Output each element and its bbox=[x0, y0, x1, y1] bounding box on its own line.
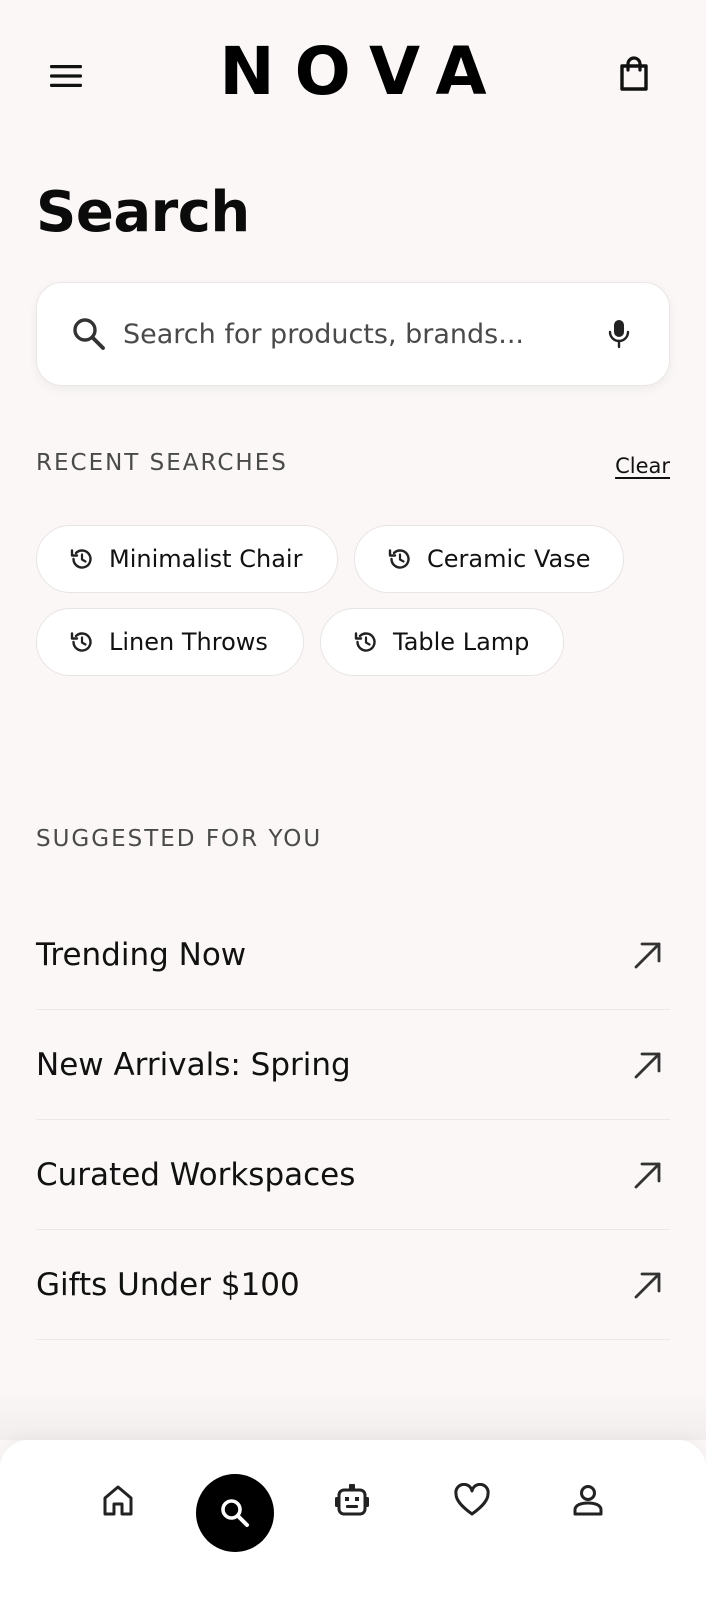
cart-button[interactable] bbox=[612, 50, 656, 98]
recent-search-chip[interactable]: Ceramic Vase bbox=[354, 525, 624, 593]
suggested-heading: SUGGESTED FOR YOU bbox=[36, 826, 323, 852]
suggestion-label: Curated Workspaces bbox=[36, 1156, 356, 1193]
suggestion-label: Trending Now bbox=[36, 936, 247, 973]
microphone-icon bbox=[608, 320, 630, 349]
suggestion-item[interactable]: Gifts Under $100 bbox=[36, 1230, 670, 1340]
history-icon bbox=[67, 627, 97, 657]
suggestion-item[interactable]: New Arrivals: Spring bbox=[36, 1010, 670, 1120]
top-app-bar: NOVA bbox=[0, 0, 706, 150]
history-icon bbox=[67, 544, 97, 574]
search-icon bbox=[69, 314, 109, 354]
search-bar[interactable] bbox=[36, 282, 670, 386]
robot-icon bbox=[335, 1484, 369, 1516]
suggestion-item[interactable]: Curated Workspaces bbox=[36, 1120, 670, 1230]
shopping-bag-icon bbox=[620, 56, 648, 91]
history-icon bbox=[385, 544, 415, 574]
recent-searches-heading: RECENT SEARCHES bbox=[36, 450, 288, 476]
search-screen: NOVA Search RECENT SEARCHES Clear bbox=[0, 0, 706, 1600]
page-title: Search bbox=[36, 180, 250, 245]
suggestion-label: New Arrivals: Spring bbox=[36, 1046, 351, 1083]
voice-search-button[interactable] bbox=[597, 312, 641, 356]
suggestion-item[interactable]: Trending Now bbox=[36, 900, 670, 1010]
arrow-up-right-icon bbox=[630, 1157, 666, 1193]
nav-favorites[interactable] bbox=[442, 1470, 502, 1530]
suggestion-list: Trending Now New Arrivals: Spring Curate… bbox=[36, 900, 670, 1340]
arrow-up-right-icon bbox=[630, 1267, 666, 1303]
brand-logo[interactable]: NOVA bbox=[0, 36, 706, 108]
chip-label: Table Lamp bbox=[393, 628, 530, 656]
history-icon bbox=[351, 627, 381, 657]
nav-profile[interactable] bbox=[558, 1470, 618, 1530]
chip-label: Linen Throws bbox=[109, 628, 268, 656]
recent-search-chip[interactable]: Minimalist Chair bbox=[36, 525, 338, 593]
clear-recent-button[interactable]: Clear bbox=[615, 454, 670, 478]
nav-home[interactable] bbox=[88, 1470, 148, 1530]
search-icon bbox=[221, 1499, 249, 1527]
person-icon bbox=[573, 1485, 603, 1516]
heart-icon bbox=[454, 1483, 490, 1516]
search-input[interactable] bbox=[123, 318, 597, 350]
chip-label: Minimalist Chair bbox=[109, 545, 303, 573]
suggestion-label: Gifts Under $100 bbox=[36, 1266, 300, 1303]
home-icon bbox=[103, 1485, 133, 1516]
recent-search-chip[interactable]: Linen Throws bbox=[36, 608, 304, 676]
nav-assistant[interactable] bbox=[322, 1470, 382, 1530]
nav-search[interactable] bbox=[196, 1474, 274, 1552]
arrow-up-right-icon bbox=[630, 1047, 666, 1083]
arrow-up-right-icon bbox=[630, 937, 666, 973]
bottom-navigation bbox=[0, 1440, 706, 1600]
nav-shadow bbox=[0, 1390, 706, 1440]
recent-search-chip[interactable]: Table Lamp bbox=[320, 608, 564, 676]
chip-label: Ceramic Vase bbox=[427, 545, 591, 573]
